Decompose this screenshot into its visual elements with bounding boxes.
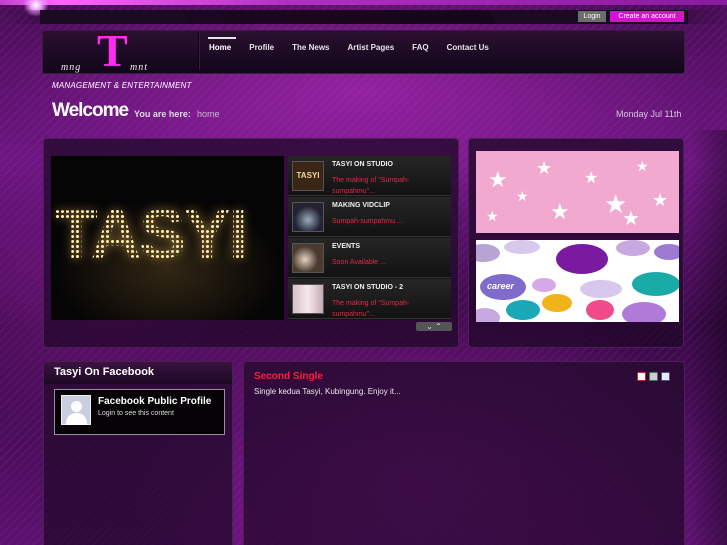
star-icon: ★ bbox=[584, 170, 599, 187]
career-banner[interactable]: career bbox=[476, 240, 679, 322]
slide-thumb-2 bbox=[292, 202, 324, 232]
slide-item-3[interactable]: EVENTS Soon Available ... bbox=[288, 238, 451, 278]
article-text: Single kedua Tasyi, Kubingung. Enjoy it.… bbox=[254, 387, 401, 396]
dot-shape bbox=[580, 280, 622, 298]
slider-nav-arrows[interactable]: ⌄ ⌃ bbox=[416, 322, 452, 331]
slide-item-title: TASYI ON STUDIO bbox=[332, 161, 393, 168]
right-shadow-strip bbox=[690, 130, 727, 545]
star-icon: ★ bbox=[516, 188, 529, 204]
dot-shape bbox=[476, 308, 500, 322]
article-title[interactable]: Second Single bbox=[254, 371, 323, 382]
star-icon: ★ bbox=[536, 158, 553, 178]
logo-tagline: MANAGEMENT & ENTERTAINMENT bbox=[52, 81, 192, 90]
nav-item-the-news[interactable]: The News bbox=[283, 32, 338, 70]
pdf-icon[interactable] bbox=[637, 372, 646, 381]
dot-shape bbox=[476, 244, 500, 262]
slide-item-2[interactable]: MAKING VIDCLIP Sumpah-sumpahmu ... bbox=[288, 197, 451, 237]
slide-item-desc: Sumpah-sumpahmu ... bbox=[332, 218, 403, 225]
dot-shape bbox=[504, 240, 540, 254]
email-icon[interactable] bbox=[661, 372, 670, 381]
current-date: Monday Jul 11th bbox=[616, 109, 682, 119]
facebook-profile-name[interactable]: Facebook Public Profile bbox=[98, 396, 211, 407]
dot-shape bbox=[532, 278, 556, 292]
slide-item-title: EVENTS bbox=[332, 243, 361, 250]
star-icon: ★ bbox=[622, 208, 640, 230]
slide-item-desc: The making of "Sumpah-sumpahmu"... bbox=[332, 177, 410, 195]
dot-shape bbox=[586, 300, 614, 320]
dot-shape bbox=[506, 300, 540, 320]
nav-item-home[interactable]: Home bbox=[200, 32, 240, 70]
dot-shape bbox=[542, 294, 572, 312]
slide-thumb-4 bbox=[292, 284, 324, 314]
logo-letter: T bbox=[97, 25, 128, 76]
slide-thumb-1-text: TASYI bbox=[296, 171, 320, 180]
slide-item-1[interactable]: TASYI TASYI ON STUDIO The making of "Sum… bbox=[288, 156, 451, 196]
star-icon: ★ bbox=[550, 199, 570, 224]
slide-item-desc: Soon Available ... bbox=[332, 259, 386, 266]
site-logo[interactable]: mng T mnt MANAGEMENT & ENTERTAINMENT bbox=[50, 28, 192, 94]
page-title: Welcome bbox=[52, 100, 129, 121]
top-accent-line bbox=[0, 0, 727, 5]
create-account-button[interactable]: Create an account bbox=[610, 11, 684, 22]
star-icon: ★ bbox=[488, 167, 508, 192]
slide-item-4[interactable]: TASYI ON STUDIO - 2 The making of "Sumpa… bbox=[288, 279, 451, 319]
facebook-panel-title: Tasyi On Facebook bbox=[44, 362, 232, 384]
nav-item-artist-pages[interactable]: Artist Pages bbox=[338, 32, 403, 70]
slide-thumb-1: TASYI bbox=[292, 161, 324, 191]
star-icon: ★ bbox=[486, 208, 499, 224]
article-actions bbox=[637, 372, 670, 381]
login-button[interactable]: Login bbox=[578, 11, 606, 22]
dot-shape bbox=[616, 240, 650, 256]
nav-item-contact-us[interactable]: Contact Us bbox=[438, 32, 498, 70]
breadcrumb-label: You are here: bbox=[134, 109, 191, 119]
breadcrumb-home-link[interactable]: home bbox=[197, 109, 220, 119]
main-nav: Home Profile The News Artist Pages FAQ C… bbox=[200, 32, 498, 70]
avatar-icon bbox=[61, 395, 91, 425]
dot-shape bbox=[654, 244, 679, 260]
nav-item-faq[interactable]: FAQ bbox=[403, 32, 437, 70]
facebook-login-text: Login to see this content bbox=[98, 410, 174, 417]
slide-marquee-text: TASYI bbox=[55, 195, 248, 273]
slide-item-title: MAKING VIDCLIP bbox=[332, 202, 390, 209]
slide-main-image[interactable]: TASYI bbox=[51, 156, 284, 320]
slide-item-desc: The making of "Sumpah-sumpahmu"... bbox=[332, 300, 410, 318]
dot-shape bbox=[556, 244, 608, 274]
slide-list: TASYI TASYI ON STUDIO The making of "Sum… bbox=[288, 156, 451, 320]
star-icon: ★ bbox=[636, 158, 649, 174]
slide-item-title: TASYI ON STUDIO - 2 bbox=[332, 284, 404, 291]
logo-text-left: mng bbox=[61, 62, 82, 73]
print-icon[interactable] bbox=[649, 372, 658, 381]
dot-shape bbox=[632, 272, 679, 296]
star-icon: ★ bbox=[652, 190, 669, 210]
dot-shape bbox=[622, 302, 666, 322]
nav-item-profile[interactable]: Profile bbox=[240, 32, 283, 70]
top-tab-left bbox=[40, 10, 190, 24]
career-label: career bbox=[487, 281, 515, 291]
slide-thumb-3 bbox=[292, 243, 324, 273]
stars-banner[interactable]: ★ ★ ★ ★ ★ ★ ★ ★ ★ ★ bbox=[476, 151, 679, 233]
logo-text-right: mnt bbox=[130, 62, 148, 73]
